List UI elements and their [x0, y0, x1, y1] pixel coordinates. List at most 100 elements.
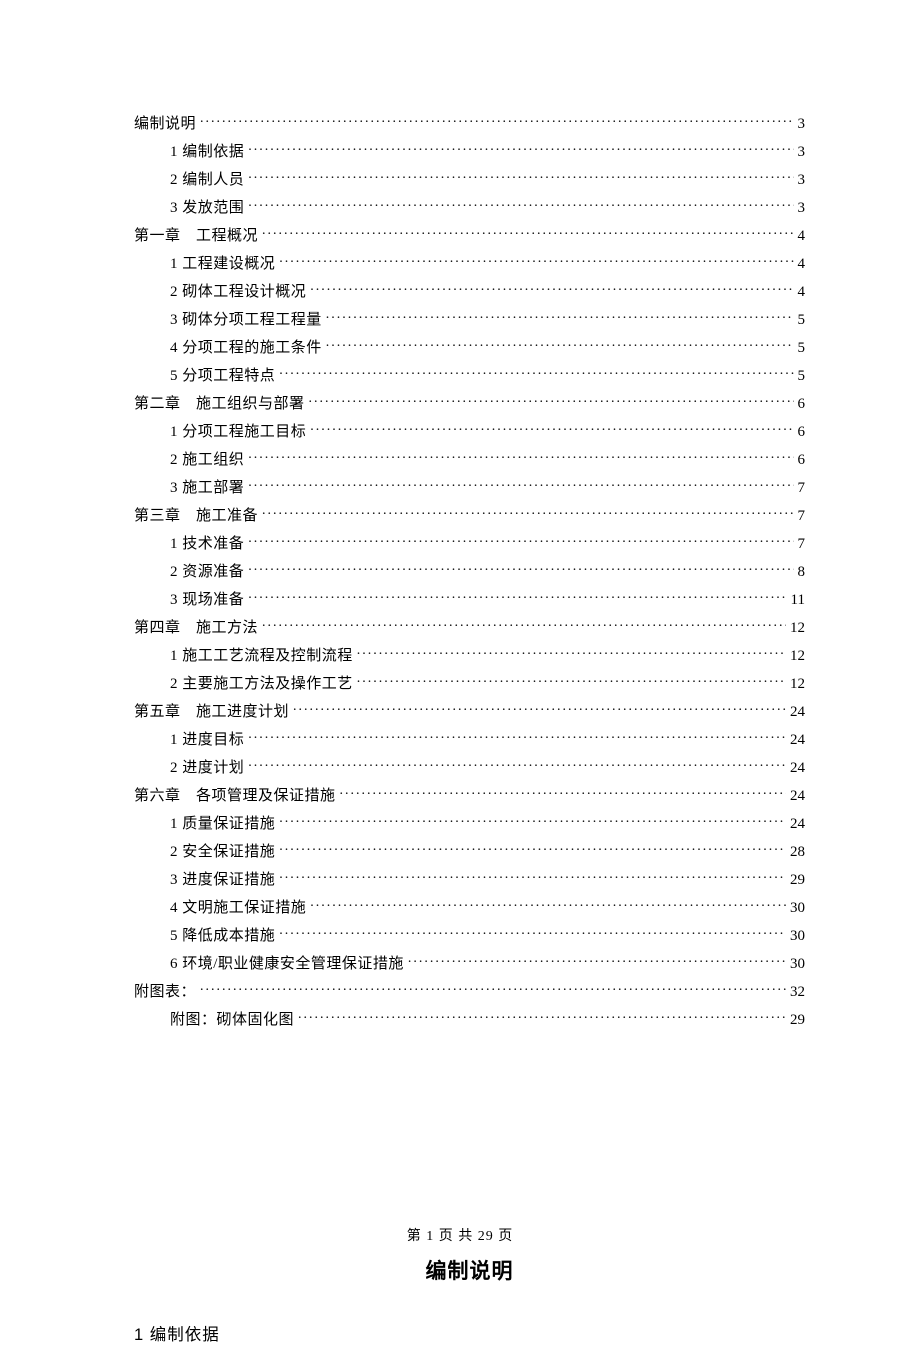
toc-entry[interactable]: 附图：砌体固化图29 — [170, 1009, 805, 1028]
toc-leader-dots — [279, 253, 793, 268]
toc-entry[interactable]: 2 安全保证措施28 — [170, 841, 805, 860]
sub-heading: 1 编制依据 — [134, 1321, 805, 1345]
toc-entry-page: 7 — [798, 481, 806, 496]
toc-entry-title: 第三章 施工准备 — [134, 509, 258, 524]
toc-entry-page: 3 — [798, 117, 806, 132]
toc-entry-title: 1 工程建设概况 — [170, 257, 275, 272]
toc-entry-page: 30 — [790, 929, 805, 944]
toc-entry-page: 24 — [790, 761, 805, 776]
toc-entry[interactable]: 附图表：32 — [134, 981, 805, 1000]
toc-entry-page: 6 — [798, 397, 806, 412]
toc-entry[interactable]: 1 质量保证措施 24 — [170, 813, 805, 832]
toc-entry-title: 1 技术准备 — [170, 537, 244, 552]
toc-entry-title: 1 施工工艺流程及控制流程 — [170, 649, 353, 664]
toc-leader-dots — [248, 533, 793, 548]
toc-entry-page: 29 — [790, 873, 805, 888]
toc-entry-page: 6 — [798, 425, 806, 440]
toc-entry-title: 1 分项工程施工目标 — [170, 425, 306, 440]
toc-leader-dots — [326, 337, 794, 352]
toc-entry[interactable]: 6 环境/职业健康安全管理保证措施 30 — [170, 953, 805, 972]
toc-leader-dots — [248, 757, 786, 772]
toc-entry[interactable]: 1 施工工艺流程及控制流程12 — [170, 645, 805, 664]
toc-entry-title: 编制说明 — [134, 117, 196, 132]
toc-leader-dots — [248, 449, 793, 464]
toc-entry-title: 2 施工组织 — [170, 453, 244, 468]
toc-entry-title: 2 进度计划 — [170, 761, 244, 776]
toc-entry[interactable]: 1 技术准备 7 — [170, 533, 805, 552]
toc-entry[interactable]: 第二章 施工组织与部署 6 — [134, 393, 805, 412]
toc-entry-page: 30 — [790, 957, 805, 972]
toc-entry-page: 5 — [798, 369, 806, 384]
toc-leader-dots — [310, 421, 793, 436]
toc-entry[interactable]: 第五章 施工进度计划24 — [134, 701, 805, 720]
toc-entry[interactable]: 2 砌体工程设计概况4 — [170, 281, 805, 300]
toc-entry-title: 3 进度保证措施 — [170, 873, 275, 888]
toc-entry[interactable]: 1 工程建设概况 4 — [170, 253, 805, 272]
document-page: 编制说明 3 1 编制依据3 2 编制人员3 3 发放范围3 第一章 工程概况4 1 工程建… — [0, 0, 920, 1302]
toc-entry-page: 4 — [798, 257, 806, 272]
toc-leader-dots — [262, 225, 793, 240]
toc-entry-page: 30 — [790, 901, 805, 916]
toc-entry[interactable]: 第六章 各项管理及保证措施 24 — [134, 785, 805, 804]
toc-leader-dots — [248, 477, 793, 492]
toc-entry-title: 3 施工部署 — [170, 481, 244, 496]
toc-leader-dots — [200, 113, 793, 128]
toc-entry-page: 29 — [790, 1013, 805, 1028]
toc-entry[interactable]: 2 进度计划 24 — [170, 757, 805, 776]
toc-leader-dots — [340, 785, 786, 800]
toc-entry-page: 7 — [798, 509, 806, 524]
toc-entry[interactable]: 3 进度保证措施 29 — [170, 869, 805, 888]
table-of-contents: 编制说明 3 1 编制依据3 2 编制人员3 3 发放范围3 第一章 工程概况4 1 工程建… — [134, 113, 805, 1028]
toc-entry-page: 24 — [790, 789, 805, 804]
toc-entry-page: 3 — [798, 173, 806, 188]
toc-leader-dots — [310, 897, 786, 912]
toc-entry-page: 12 — [790, 677, 805, 692]
toc-entry[interactable]: 1 编制依据3 — [170, 141, 805, 160]
toc-entry[interactable]: 2 施工组织6 — [170, 449, 805, 468]
toc-entry[interactable]: 2 编制人员3 — [170, 169, 805, 188]
toc-entry-title: 5 降低成本措施 — [170, 929, 275, 944]
toc-entry-title: 第六章 各项管理及保证措施 — [134, 789, 336, 804]
toc-entry[interactable]: 3 现场准备11 — [170, 589, 805, 608]
toc-leader-dots — [310, 281, 793, 296]
toc-leader-dots — [279, 365, 793, 380]
toc-entry-title: 第二章 施工组织与部署 — [134, 397, 305, 412]
toc-leader-dots — [279, 841, 786, 856]
toc-entry[interactable]: 1 分项工程施工目标 6 — [170, 421, 805, 440]
toc-leader-dots — [248, 169, 793, 184]
toc-entry[interactable]: 3 砌体分项工程工程量5 — [170, 309, 805, 328]
toc-entry-title: 1 质量保证措施 — [170, 817, 275, 832]
toc-entry[interactable]: 第四章 施工方法12 — [134, 617, 805, 636]
toc-entry-title: 4 文明施工保证措施 — [170, 901, 306, 916]
toc-leader-dots — [262, 617, 786, 632]
toc-entry[interactable]: 编制说明 3 — [134, 113, 805, 132]
toc-entry-page: 11 — [791, 593, 805, 608]
toc-entry-page: 3 — [798, 201, 806, 216]
toc-entry-title: 6 环境/职业健康安全管理保证措施 — [170, 957, 404, 972]
toc-entry[interactable]: 2 资源准备8 — [170, 561, 805, 580]
toc-leader-dots — [248, 197, 793, 212]
toc-entry-title: 1 进度目标 — [170, 733, 244, 748]
toc-entry-page: 24 — [790, 705, 805, 720]
toc-entry[interactable]: 5 分项工程特点5 — [170, 365, 805, 384]
toc-entry-page: 7 — [798, 537, 806, 552]
toc-leader-dots — [357, 673, 786, 688]
toc-entry[interactable]: 第一章 工程概况4 — [134, 225, 805, 244]
toc-entry[interactable]: 4 分项工程的施工条件5 — [170, 337, 805, 356]
toc-entry-title: 4 分项工程的施工条件 — [170, 341, 322, 356]
toc-entry-title: 附图表： — [134, 985, 196, 1000]
toc-entry-page: 24 — [790, 817, 805, 832]
toc-entry[interactable]: 4 文明施工保证措施 30 — [170, 897, 805, 916]
toc-leader-dots — [408, 953, 786, 968]
toc-entry-title: 第四章 施工方法 — [134, 621, 258, 636]
toc-entry[interactable]: 第三章 施工准备 7 — [134, 505, 805, 524]
toc-leader-dots — [357, 645, 786, 660]
toc-entry[interactable]: 2 主要施工方法及操作工艺12 — [170, 673, 805, 692]
toc-entry[interactable]: 1 进度目标24 — [170, 729, 805, 748]
section-heading: 编制说明 — [134, 1255, 805, 1285]
toc-entry[interactable]: 3 施工部署 7 — [170, 477, 805, 496]
toc-entry[interactable]: 5 降低成本措施 30 — [170, 925, 805, 944]
toc-leader-dots — [309, 393, 794, 408]
toc-entry[interactable]: 3 发放范围3 — [170, 197, 805, 216]
toc-entry-page: 4 — [798, 285, 806, 300]
